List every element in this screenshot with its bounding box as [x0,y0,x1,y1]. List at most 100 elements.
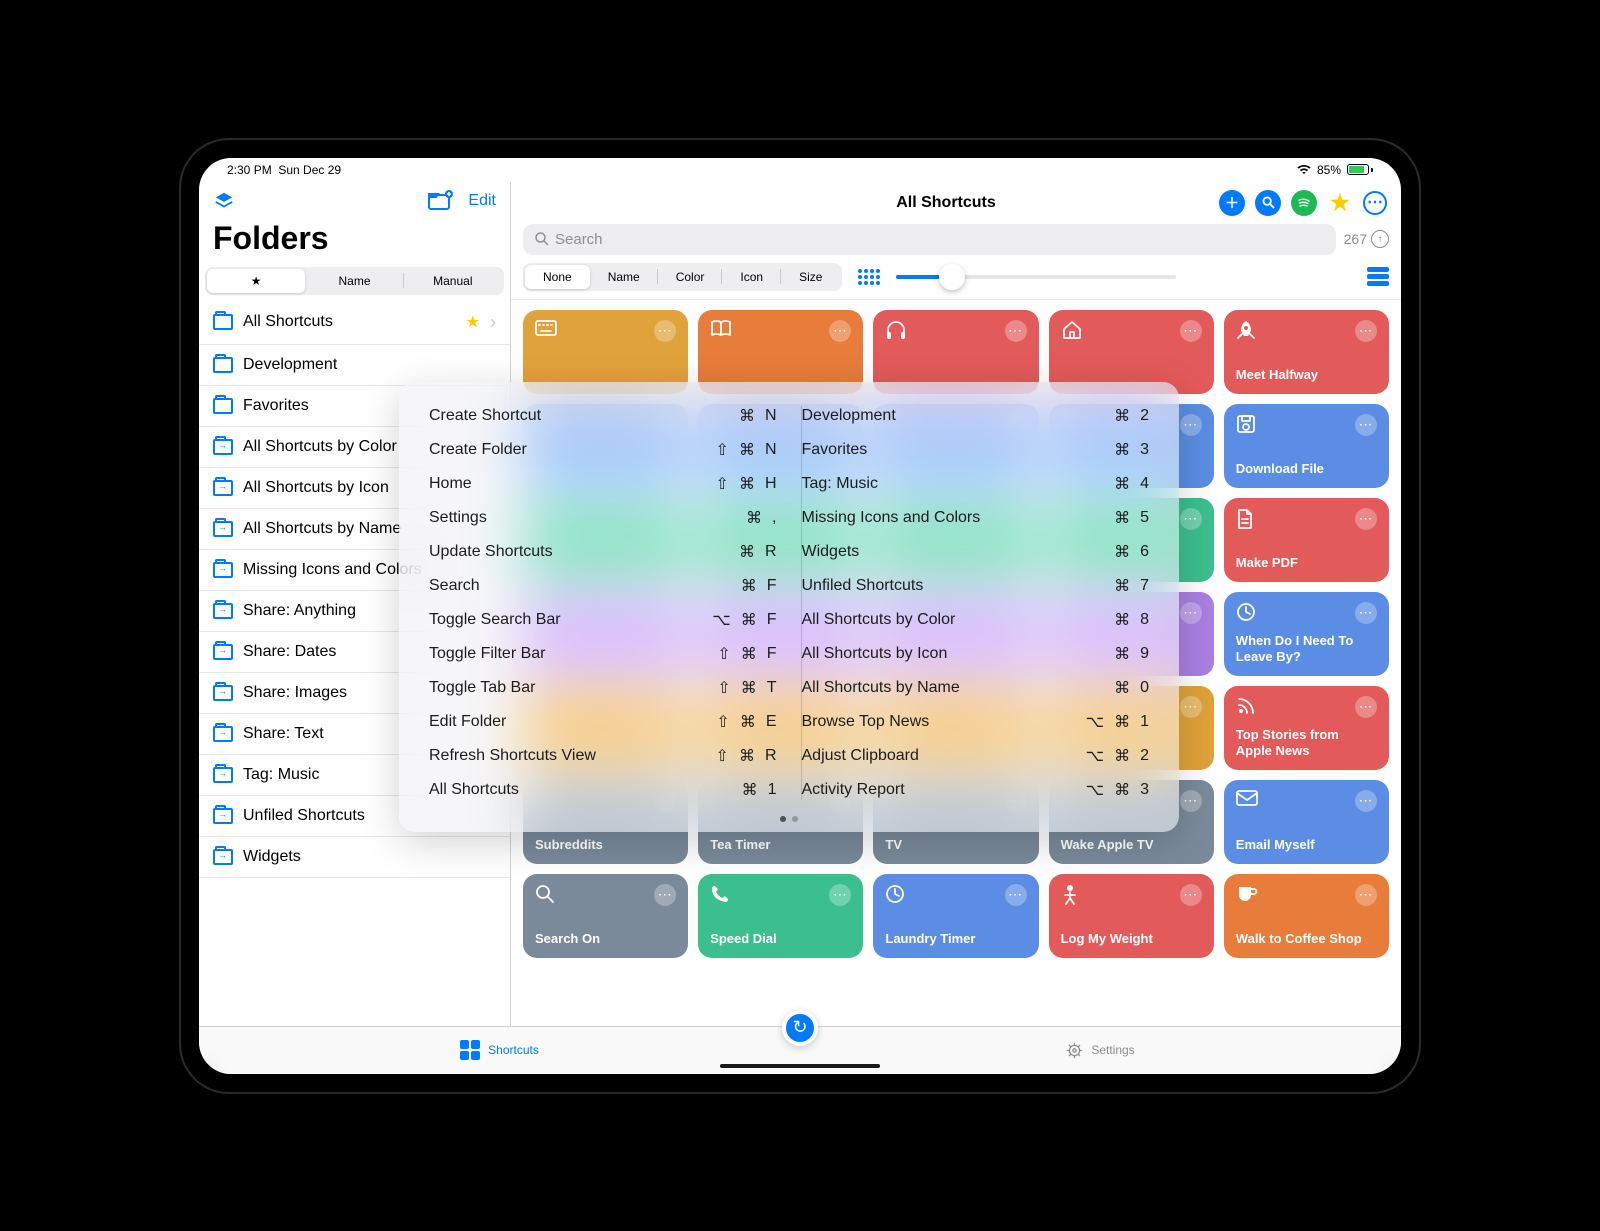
sort-name[interactable]: Name [590,265,658,289]
keyboard-shortcut-row[interactable]: All Shortcuts by Color⌘8 [802,610,1150,630]
keyboard-shortcut-row[interactable]: Create Shortcut⌘N [429,406,777,426]
refresh-fab[interactable]: ↻ [782,1010,818,1046]
keyboard-shortcut-row[interactable]: Toggle Tab Bar⇧⌘T [429,678,777,698]
search-placeholder: Search [555,231,603,248]
shortcut-tile[interactable]: ⋯When Do I Need To Leave By? [1224,592,1389,676]
keyboard-shortcut-row[interactable]: Development⌘2 [802,406,1150,426]
tile-more-button[interactable]: ⋯ [1005,320,1027,342]
shortcut-tile[interactable]: ⋯Top Stories from Apple News [1224,686,1389,770]
sidebar-sort-segment[interactable]: ★ Name Manual [205,267,504,295]
home-indicator[interactable] [720,1064,880,1068]
keyboard-shortcut-row[interactable]: Create Folder⇧⌘N [429,440,777,460]
shortcut-tile[interactable]: ⋯ [698,310,863,394]
tile-more-button[interactable]: ⋯ [1180,696,1202,718]
shortcuts-tab-icon [460,1040,480,1060]
keyboard-shortcut-row[interactable]: Activity Report⌥⌘3 [802,780,1150,800]
tile-more-button[interactable]: ⋯ [654,320,676,342]
keyboard-shortcut-row[interactable]: Toggle Filter Bar⇧⌘F [429,644,777,664]
search-icon [535,232,549,246]
keyboard-shortcut-row[interactable]: Update Shortcuts⌘R [429,542,777,562]
keyboard-shortcut-row[interactable]: Unfiled Shortcuts⌘7 [802,576,1150,596]
tile-more-button[interactable]: ⋯ [1180,414,1202,436]
more-button[interactable]: ⋯ [1363,191,1387,215]
add-button[interactable]: ＋ [1219,190,1245,216]
keyboard-shortcut-row[interactable]: Edit Folder⇧⌘E [429,712,777,732]
keyboard-shortcut-row[interactable]: All Shortcuts by Name⌘0 [802,678,1150,698]
edit-button[interactable]: Edit [468,192,496,210]
kb-keys: ⌘5 [1069,508,1149,528]
tile-more-button[interactable]: ⋯ [829,884,851,906]
shortcut-tile[interactable]: ⋯Meet Halfway [1224,310,1389,394]
folder-item[interactable]: Widgets [199,837,510,878]
shortcut-tile[interactable]: ⋯Speed Dial [698,874,863,958]
keyboard-shortcut-row[interactable]: Tag: Music⌘4 [802,474,1150,494]
kb-label: All Shortcuts by Color [802,611,956,629]
sort-segment[interactable]: None Name Color Icon Size [523,263,842,291]
search-button[interactable] [1255,190,1281,216]
gear-icon [1066,1042,1083,1059]
segment-manual[interactable]: Manual [404,269,502,293]
keyboard-shortcut-row[interactable]: Refresh Shortcuts View⇧⌘R [429,746,777,766]
tile-more-button[interactable]: ⋯ [1355,696,1377,718]
shortcut-tile[interactable]: ⋯Make PDF [1224,498,1389,582]
segment-name[interactable]: Name [305,269,403,293]
shortcut-tile[interactable]: ⋯Email Myself [1224,780,1389,864]
sort-icon[interactable]: Icon [722,265,781,289]
tile-more-button[interactable]: ⋯ [1180,884,1202,906]
view-toggle-icon[interactable] [1367,267,1389,286]
tile-more-button[interactable]: ⋯ [829,320,851,342]
sort-none[interactable]: None [525,265,590,289]
page-indicator [780,816,798,822]
wifi-icon [1297,165,1311,175]
shortcut-tile[interactable]: ⋯ [1049,310,1214,394]
search-input[interactable]: Search [523,224,1336,255]
scroll-top-icon[interactable]: ↑ [1371,230,1389,248]
tile-more-button[interactable]: ⋯ [1355,508,1377,530]
shortcut-tile[interactable]: ⋯Search On [523,874,688,958]
sort-color[interactable]: Color [658,265,723,289]
tile-more-button[interactable]: ⋯ [1005,884,1027,906]
tile-more-button[interactable]: ⋯ [1180,508,1202,530]
folder-item[interactable]: All Shortcuts★› [199,301,510,345]
kb-keys: ⌘4 [1069,474,1149,494]
new-folder-icon[interactable] [428,190,454,212]
tile-more-button[interactable]: ⋯ [1355,602,1377,624]
segment-favorites[interactable]: ★ [207,269,305,293]
shortcut-tile[interactable]: ⋯ [873,310,1038,394]
tile-label: Walk to Coffee Shop [1236,931,1377,947]
folder-item[interactable]: Development [199,345,510,386]
keyboard-shortcut-row[interactable]: All Shortcuts⌘1 [429,780,777,800]
shortcut-tile[interactable]: ⋯ [523,310,688,394]
shortcut-tile[interactable]: ⋯Download File [1224,404,1389,488]
keyboard-shortcut-row[interactable]: Browse Top News⌥⌘1 [802,712,1150,732]
keyboard-shortcut-row[interactable]: Missing Icons and Colors⌘5 [802,508,1150,528]
smart-folder-icon [213,562,233,578]
spotify-icon[interactable] [1291,190,1317,216]
keyboard-shortcut-row[interactable]: Search⌘F [429,576,777,596]
shortcut-tile[interactable]: ⋯Log My Weight [1049,874,1214,958]
keyboard-shortcut-row[interactable]: Settings⌘, [429,508,777,528]
tile-more-button[interactable]: ⋯ [1180,790,1202,812]
tab-settings[interactable]: Settings [800,1027,1401,1074]
tile-more-button[interactable]: ⋯ [1355,884,1377,906]
tab-shortcuts[interactable]: Shortcuts [199,1027,800,1074]
tile-more-button[interactable]: ⋯ [1355,320,1377,342]
favorite-star-icon[interactable]: ★ [1327,190,1353,216]
tile-more-button[interactable]: ⋯ [1180,602,1202,624]
keyboard-shortcut-row[interactable]: Home⇧⌘H [429,474,777,494]
tile-more-button[interactable]: ⋯ [1355,790,1377,812]
keyboard-shortcut-row[interactable]: Favorites⌘3 [802,440,1150,460]
density-icon[interactable] [858,269,880,285]
keyboard-shortcut-row[interactable]: Widgets⌘6 [802,542,1150,562]
keyboard-shortcut-row[interactable]: Toggle Search Bar⌥⌘F [429,610,777,630]
tile-more-button[interactable]: ⋯ [654,884,676,906]
density-slider[interactable] [896,275,1176,279]
keyboard-shortcut-row[interactable]: All Shortcuts by Icon⌘9 [802,644,1150,664]
shortcut-tile[interactable]: ⋯Laundry Timer [873,874,1038,958]
shortcut-tile[interactable]: ⋯ Walk to Coffee Shop [1224,874,1389,958]
layers-icon[interactable] [213,190,235,212]
tile-more-button[interactable]: ⋯ [1355,414,1377,436]
tile-more-button[interactable]: ⋯ [1180,320,1202,342]
sort-size[interactable]: Size [781,265,840,289]
keyboard-shortcut-row[interactable]: Adjust Clipboard⌥⌘2 [802,746,1150,766]
